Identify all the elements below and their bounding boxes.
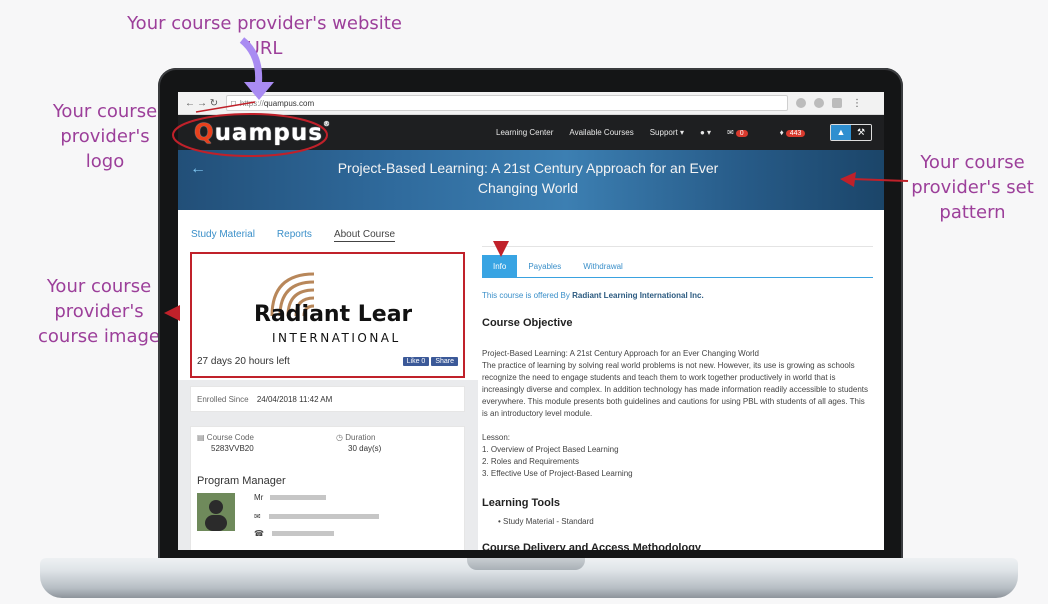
tab-study-material[interactable]: Study Material — [191, 229, 255, 242]
email-icon: ✉ — [254, 512, 261, 521]
enrolled-value: 24/04/2018 11:42 AM — [256, 395, 333, 404]
manager-avatar — [197, 493, 235, 531]
annotation-pattern: Your course provider's set pattern — [911, 152, 1034, 223]
objective-title: Project-Based Learning: A 21st Century A… — [482, 349, 759, 358]
top-navbar: Quampus® Learning Center Available Cours… — [178, 115, 884, 150]
details-card: ▤ Course Code 5283VVB20 ◷ Duration 30 da… — [190, 426, 465, 550]
offered-prefix: This course is offered By — [482, 291, 570, 300]
extension-icon[interactable] — [796, 98, 806, 108]
course-image: Radiant Learning INTERNATIONAL — [252, 266, 467, 348]
tab-reports[interactable]: Reports — [277, 229, 312, 242]
laptop-notch — [467, 558, 585, 570]
mail-icon[interactable]: ✉ 0 — [727, 128, 764, 137]
time-left: 27 days 20 hours left — [197, 356, 290, 367]
url-scheme: https:// — [239, 98, 264, 108]
lesson-label: Lesson: — [482, 433, 511, 442]
browser-screen: ← → ↻ □ https:// quampus.com ⋮ Quampus® … — [178, 92, 884, 550]
graduation-cap-icon[interactable]: ▲ — [831, 125, 851, 140]
tab-about-course[interactable]: About Course — [333, 229, 396, 242]
objective-body: The practice of learning by solving real… — [482, 361, 868, 418]
mail-badge: 0 — [735, 130, 748, 137]
browser-chrome: ← → ↻ □ https:// quampus.com ⋮ — [178, 92, 884, 115]
back-arrow-icon[interactable]: ← — [190, 160, 206, 178]
enrolled-card: Enrolled Since 24/04/2018 11:42 AM — [190, 386, 465, 412]
svg-text:Radiant Learning: Radiant Learning — [254, 302, 412, 327]
facebook-share-button[interactable]: Share — [431, 357, 458, 366]
tab-payables[interactable]: Payables — [517, 255, 572, 277]
reload-icon[interactable]: ↻ — [208, 98, 220, 109]
facebook-like-button[interactable]: Like 0 — [402, 357, 430, 366]
tools-heading: Learning Tools — [482, 497, 561, 509]
offered-by: Radiant Learning International Inc. — [572, 291, 704, 300]
annotation-logo: Your course provider's logo — [52, 101, 158, 172]
annotation-image: Your course provider's course image — [38, 276, 160, 347]
clock-icon: ◷ — [336, 433, 343, 442]
lesson-item: 1. Overview of Project Based Learning — [482, 445, 619, 454]
annotation-url: Your course provider's website URL — [127, 13, 402, 59]
back-icon[interactable]: ← — [184, 98, 196, 109]
url-host: quampus.com — [263, 98, 315, 108]
notification-badge: 443 — [785, 130, 806, 137]
manager-phone-blurred — [272, 531, 335, 536]
extension-icon[interactable] — [832, 98, 842, 108]
lesson-item: 2. Roles and Requirements — [482, 457, 579, 466]
duration-value: 30 day(s) — [348, 444, 382, 453]
svg-text:INTERNATIONAL: INTERNATIONAL — [272, 331, 401, 345]
quampus-logo[interactable]: Quampus® — [194, 120, 331, 146]
manager-email-blurred — [268, 514, 379, 519]
objective-heading: Course Objective — [482, 317, 573, 329]
right-panel: Info Payables Withdrawal This course is … — [478, 210, 884, 550]
wrench-icon[interactable]: ⚒ — [851, 125, 871, 140]
duration-label: Duration — [345, 433, 376, 442]
barcode-icon: ▤ — [197, 433, 205, 442]
nav-learning-center[interactable]: Learning Center — [496, 128, 553, 137]
nav-support[interactable]: Support ▾ — [650, 128, 684, 137]
course-code-value: 5283VVB20 — [211, 444, 254, 453]
extension-icon[interactable] — [814, 98, 824, 108]
address-bar[interactable]: □ https:// quampus.com — [226, 95, 788, 111]
lesson-item: 3. Effective Use of Project-Based Learni… — [482, 469, 633, 478]
user-icon[interactable]: ● ▾ — [700, 128, 711, 137]
course-banner: ← Project-Based Learning: A 21st Century… — [178, 150, 884, 210]
bell-icon[interactable]: ♦ 443 — [780, 128, 822, 137]
phone-icon: ☎ — [254, 529, 264, 538]
tab-info[interactable]: Info — [482, 255, 518, 277]
manager-name-blurred — [269, 495, 326, 500]
enrolled-label: Enrolled Since — [197, 395, 249, 404]
course-code-label: Course Code — [206, 433, 254, 442]
menu-icon[interactable]: ⋮ — [852, 98, 862, 109]
tools-item: Study Material - Standard — [503, 517, 594, 526]
forward-icon[interactable]: → — [196, 98, 208, 109]
program-manager-heading: Program Manager — [197, 475, 286, 487]
course-image-card: Radiant Learning INTERNATIONAL 27 days 2… — [190, 252, 467, 378]
info-tabs: Info Payables Withdrawal — [482, 255, 873, 278]
manager-prefix: Mr — [254, 493, 264, 502]
course-title: Project-Based Learning: A 21st Century A… — [337, 160, 719, 196]
tab-withdrawal[interactable]: Withdrawal — [572, 255, 634, 277]
delivery-heading: Course Delivery and Access Methodology — [482, 542, 702, 550]
page-icon: □ — [231, 98, 236, 108]
nav-available-courses[interactable]: Available Courses — [569, 128, 633, 137]
